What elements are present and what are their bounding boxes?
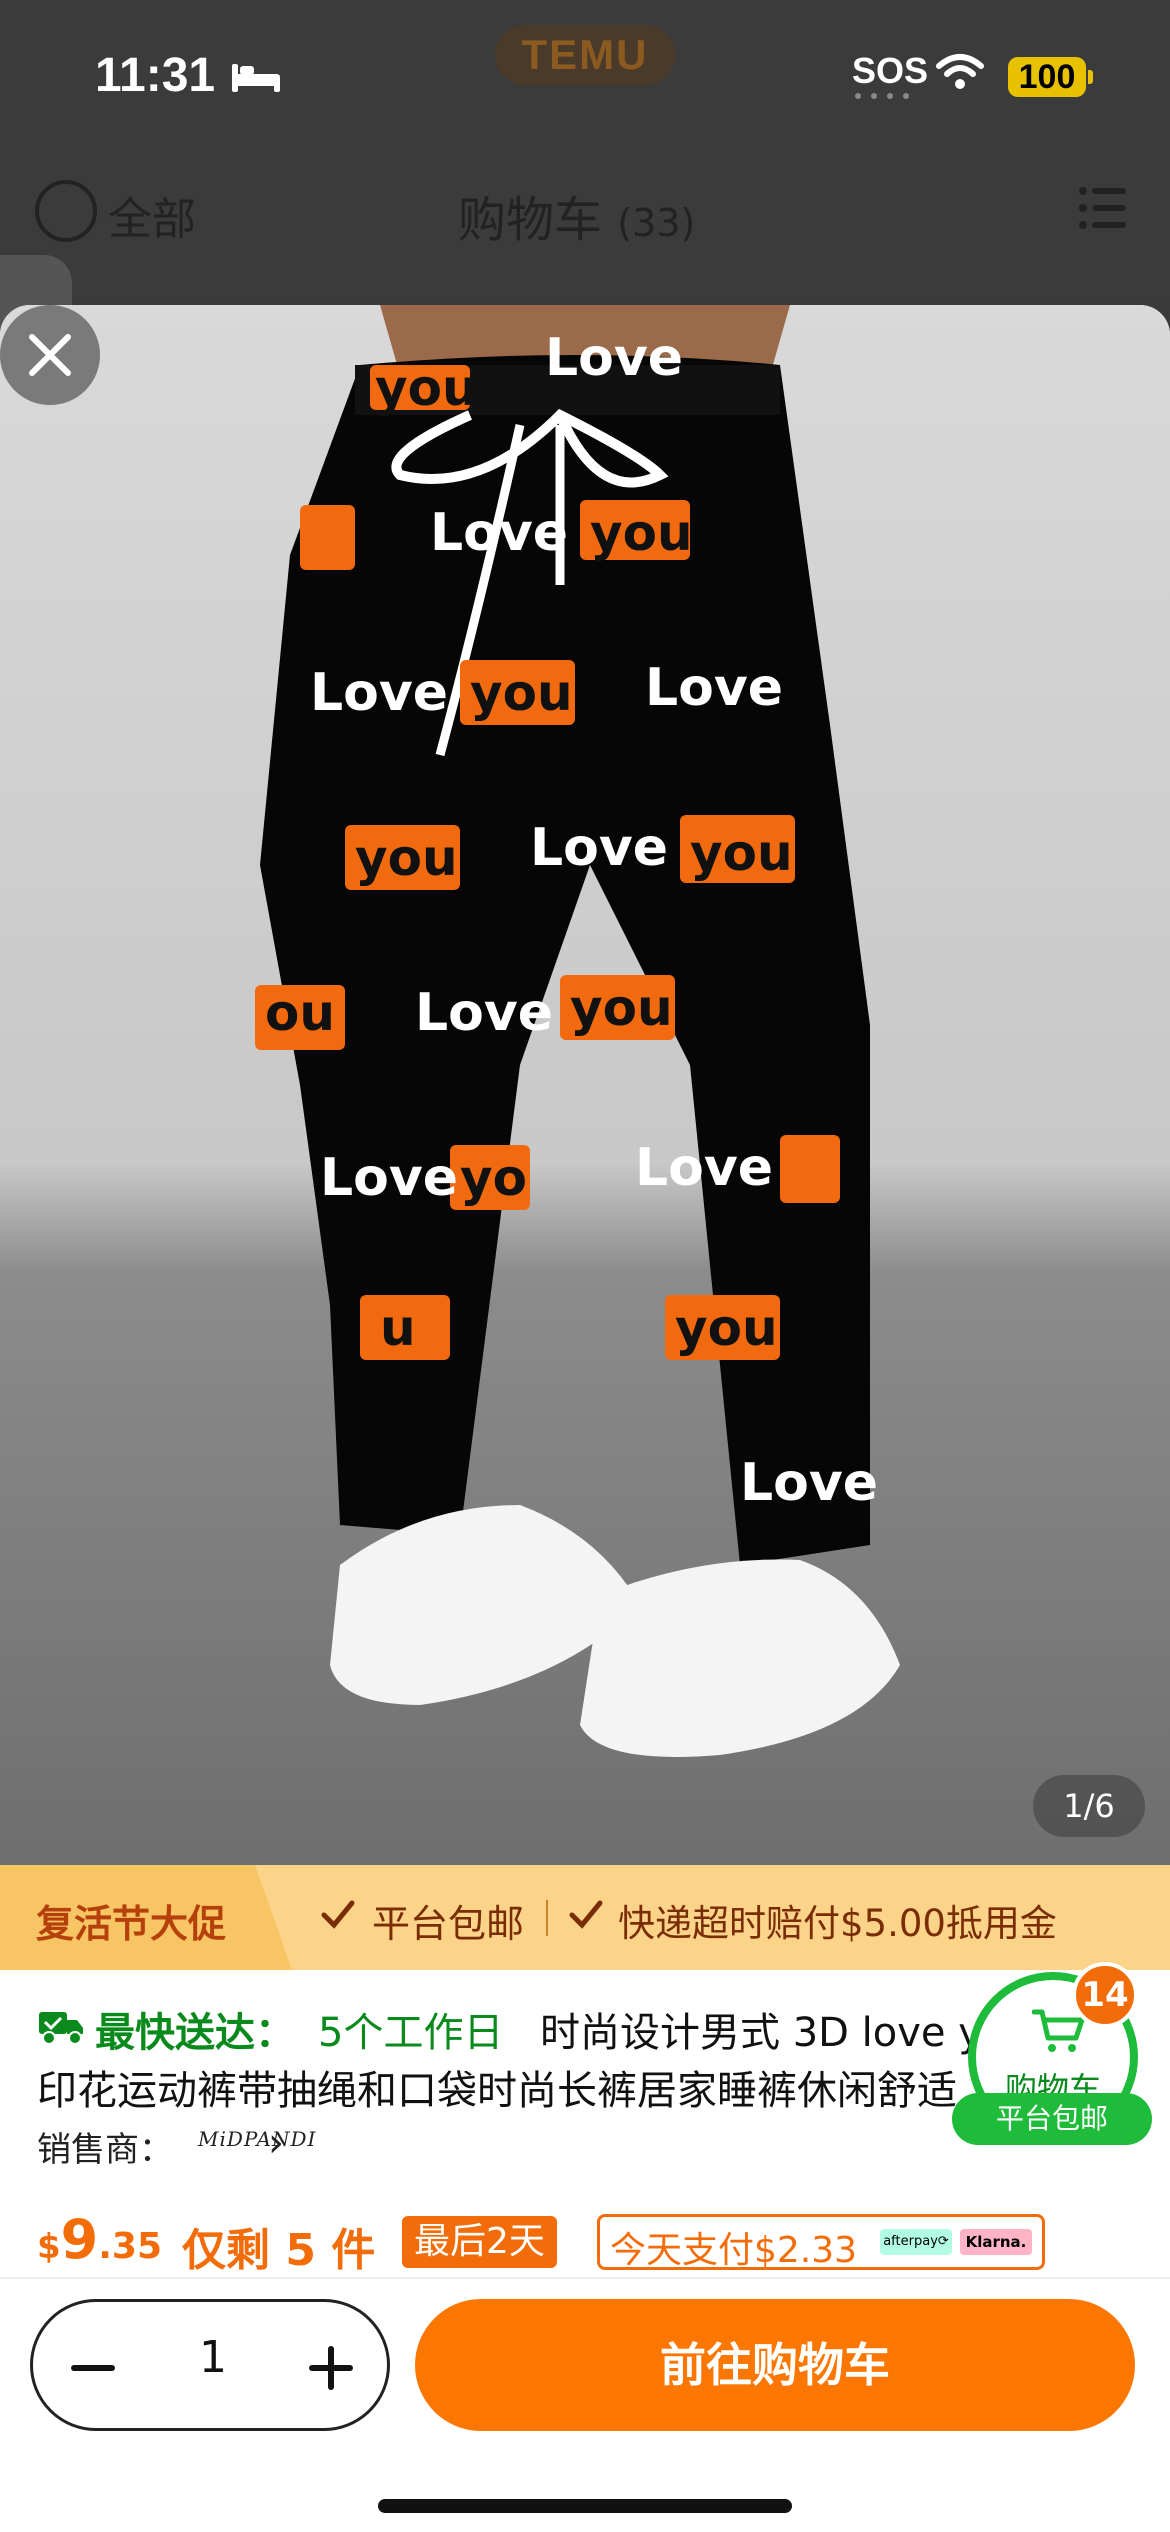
battery-tip <box>1088 70 1093 84</box>
minus-icon[interactable] <box>63 2338 123 2398</box>
cart-title-text: 购物车 <box>458 192 603 248</box>
price-integer: 9 <box>60 2208 99 2271</box>
signal-dots-icon <box>855 93 909 99</box>
afterpay-logo: afterpay⟳ <box>880 2229 952 2255</box>
shipping-label: 最快送达： <box>95 2010 295 2056</box>
svg-text:yo: yo <box>460 1149 527 1207</box>
product-image[interactable]: Love Love Love Love Love Love Love Love … <box>0 305 1170 1865</box>
select-all-label: 全部 <box>108 194 196 245</box>
product-title-line1[interactable]: 时尚设计男式 3D love you <box>540 2000 990 2058</box>
plus-icon[interactable] <box>301 2338 361 2398</box>
go-to-cart-button[interactable]: 前往购物车 <box>415 2299 1135 2431</box>
free-shipping-text: 平台包邮 <box>372 1902 525 1946</box>
cart-count: (33) <box>617 201 696 245</box>
stock-remaining: 仅剩 5 件 <box>182 2225 376 2276</box>
svg-text:you: you <box>570 979 673 1037</box>
last-days-badge: 最后2天 <box>402 2216 557 2268</box>
svg-text:you: you <box>690 824 793 882</box>
status-bar: 11:31 TEMU SOS 100 <box>0 0 1170 150</box>
temu-logo: TEMU <box>495 25 675 85</box>
svg-text:you: you <box>375 359 478 417</box>
cart-count-badge: 14 <box>1072 1962 1138 2028</box>
seller-logo[interactable]: MiDPANDI <box>198 2127 316 2151</box>
svg-text:Love: Love <box>740 1453 878 1513</box>
product-title-line2[interactable]: 印花运动裤带抽绳和口袋时尚长裤居家睡裤休闲舒适 <box>37 2058 1027 2116</box>
shipping-days: 5个工作日 <box>318 2010 504 2056</box>
svg-text:ou: ou <box>265 984 335 1042</box>
svg-text:Love: Love <box>545 328 683 388</box>
svg-text:Love: Love <box>530 818 668 878</box>
klarna-logo: Klarna. <box>960 2229 1032 2255</box>
product-photo-illustration: Love Love Love Love Love Love Love Love … <box>255 305 900 1757</box>
svg-text:Love: Love <box>635 1138 773 1198</box>
pay-today-box[interactable]: 今天支付$2.33 afterpay⟳ Klarna. <box>597 2214 1045 2271</box>
svg-text:you: you <box>355 829 458 887</box>
delivery-truck-icon <box>39 2012 83 2045</box>
cart-free-shipping-pill: 平台包邮 <box>952 2093 1152 2145</box>
pay-today-text: 今天支付$2.33 <box>610 2230 858 2271</box>
price-decimal: .35 <box>98 2226 163 2267</box>
price: $9.35 <box>37 2208 162 2271</box>
check-icon <box>569 1900 603 1929</box>
quantity-value[interactable]: 1 <box>183 2332 243 2383</box>
cart-header: 全部 购物车 (33) <box>0 150 1170 300</box>
price-currency: $ <box>37 2227 61 2267</box>
home-indicator[interactable] <box>378 2499 792 2513</box>
svg-text:Love: Love <box>310 663 448 723</box>
svg-text:you: you <box>675 1299 778 1357</box>
quantity-stepper: 1 <box>30 2299 390 2431</box>
chevron-right-icon[interactable]: › <box>268 2120 284 2166</box>
svg-text:Love: Love <box>415 983 553 1043</box>
select-all-checkbox[interactable] <box>35 180 97 242</box>
check-icon <box>321 1900 355 1929</box>
product-preview-sheet: Love Love Love Love Love Love Love Love … <box>0 305 1170 2532</box>
menu-icon[interactable] <box>1078 185 1128 231</box>
wifi-icon <box>936 54 984 89</box>
svg-text:you: you <box>470 664 573 722</box>
svg-text:u: u <box>380 1299 416 1357</box>
battery-indicator: 100 <box>1008 57 1086 97</box>
sos-indicator: SOS <box>852 50 929 91</box>
status-time: 11:31 <box>95 49 216 102</box>
image-counter: 1/6 <box>1033 1775 1145 1837</box>
shopping-cart-icon <box>1032 2009 1084 2052</box>
svg-text:Love: Love <box>320 1148 458 1208</box>
bottom-action-bar: 1 前往购物车 <box>0 2277 1170 2532</box>
promo-banner: 复活节大促 平台包邮 快递超时赔付$5.00抵用金 <box>0 1865 1170 1970</box>
close-icon[interactable] <box>0 305 100 405</box>
svg-text:you: you <box>590 504 693 562</box>
svg-text:Love: Love <box>645 658 783 718</box>
promo-title: 复活节大促 <box>36 1902 227 1946</box>
delay-compensation-text: 快递超时赔付$5.00抵用金 <box>618 1902 1057 1945</box>
sleep-focus-icon <box>232 64 280 92</box>
seller-label: 销售商： <box>37 2130 173 2170</box>
svg-text:Love: Love <box>430 503 568 563</box>
promo-divider <box>546 1900 548 1936</box>
page-title: 购物车 (33) <box>458 180 695 250</box>
